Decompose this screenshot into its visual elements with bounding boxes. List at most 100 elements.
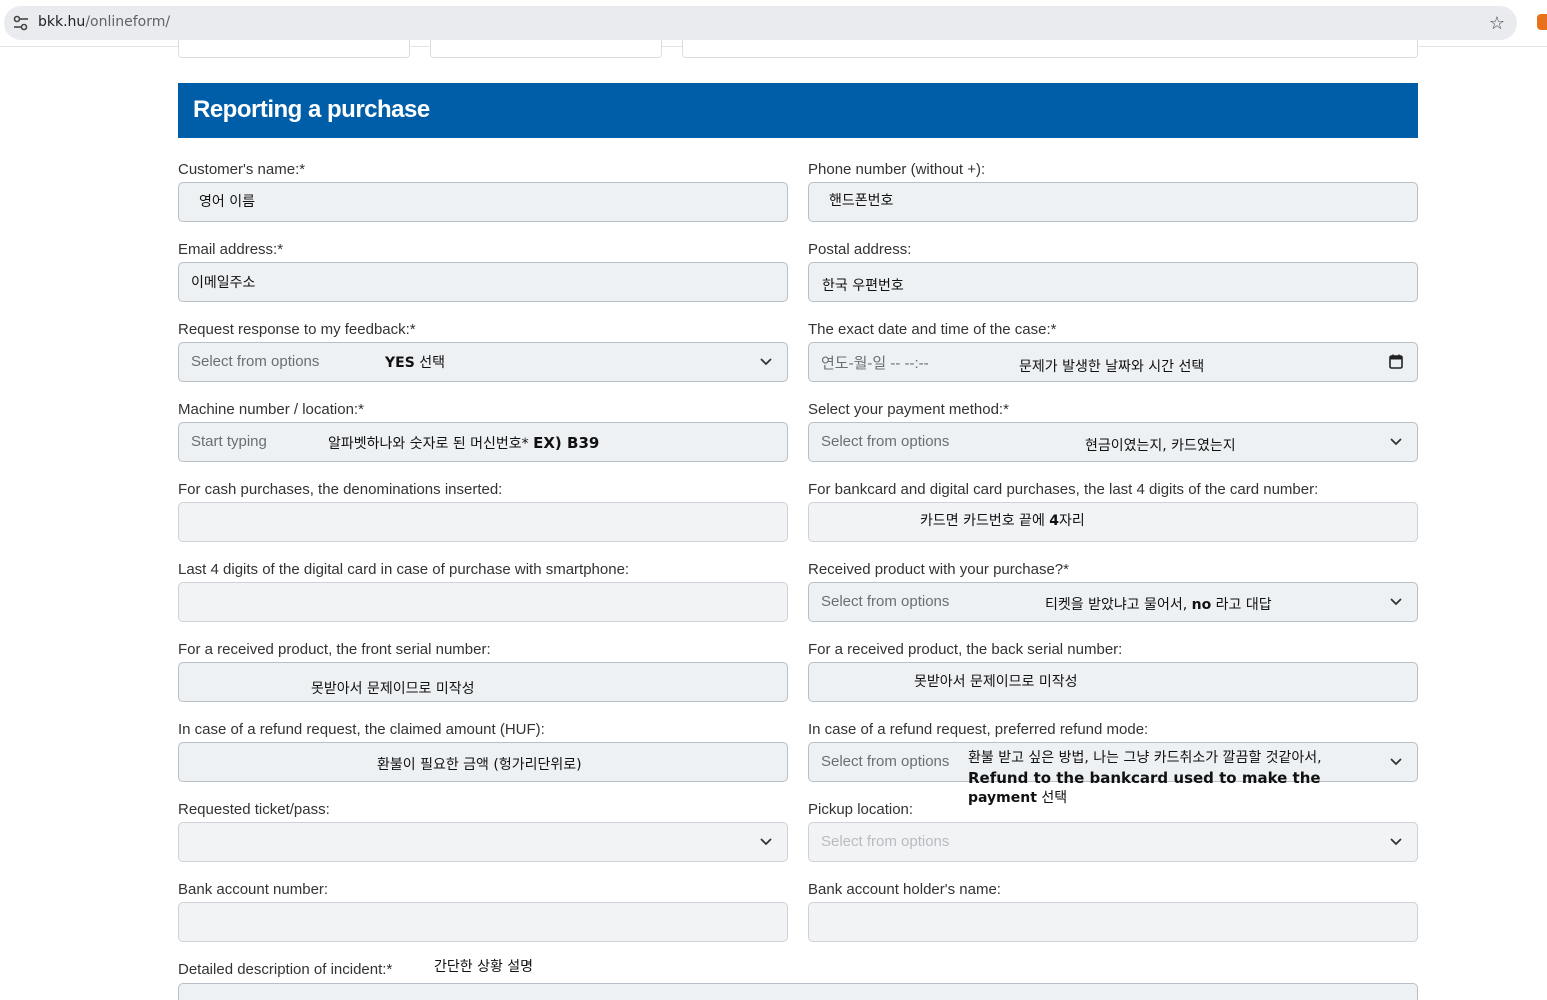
- back-serial-field: For a received product, the back serial …: [808, 640, 1418, 702]
- card-last4-field: For bankcard and digital card purchases,…: [808, 480, 1418, 542]
- select-placeholder: Select from options: [821, 593, 950, 610]
- star-icon[interactable]: ☆: [1489, 13, 1505, 33]
- ticket-pass-field: Requested ticket/pass:: [178, 800, 788, 862]
- field-label: In case of a refund request, preferred r…: [808, 721, 1149, 738]
- datetime-placeholder: 연도-월-일 -- --:--: [821, 355, 929, 372]
- email-value: 이메일주소: [191, 275, 256, 291]
- field-label: In case of a refund request, the claimed…: [178, 721, 545, 738]
- received-field: Received product with your purchase?* Se…: [808, 560, 1418, 622]
- payment-note: 현금이였는지, 카드였는지: [1085, 438, 1236, 454]
- datetime-note: 문제가 발생한 날짜와 시간 선택: [1019, 359, 1205, 375]
- field-label: Bank account holder's name:: [808, 881, 1001, 898]
- claimed-amount-field: In case of a refund request, the claimed…: [178, 720, 788, 782]
- select-placeholder: Select from options: [821, 833, 950, 850]
- front-serial-note: 못받아서 문제이므로 미작성: [311, 681, 475, 697]
- datetime-input[interactable]: 연도-월-일 -- --:-- 문제가 발생한 날짜와 시간 선택: [808, 342, 1418, 382]
- field-label: Email address:*: [178, 241, 284, 258]
- digital-last4-field: Last 4 digits of the digital card in cas…: [178, 560, 788, 622]
- customer-name-field: Customer's name:* 영어 이름: [178, 160, 788, 222]
- datetime-field: The exact date and time of the case:* 연도…: [808, 320, 1418, 382]
- cut-field-3[interactable]: [682, 40, 1418, 58]
- machine-field: Machine number / location:* Start typing…: [178, 400, 788, 462]
- field-label: Requested ticket/pass:: [178, 801, 330, 818]
- phone-value: 핸드폰번호: [829, 193, 894, 209]
- address-bar[interactable]: bkk.hu/onlineform/ ☆: [4, 6, 1517, 40]
- pickup-select[interactable]: Select from options: [808, 822, 1418, 862]
- machine-input[interactable]: Start typing 알파벳하나와 숫자로 된 머신번호* EX) B39: [178, 422, 788, 462]
- field-label: For a received product, the back serial …: [808, 641, 1123, 658]
- front-serial-field: For a received product, the front serial…: [178, 640, 788, 702]
- field-label: The exact date and time of the case:*: [808, 321, 1057, 338]
- email-input[interactable]: 이메일주소: [178, 262, 788, 302]
- extension-icon[interactable]: [1537, 14, 1547, 30]
- claimed-amount-input[interactable]: 환불이 필요한 금액 (헝가리단위로): [178, 742, 788, 782]
- chevron-down-icon: [760, 358, 772, 366]
- cash-denoms-field: For cash purchases, the denominations in…: [178, 480, 788, 542]
- section-banner: Reporting a purchase: [178, 83, 1418, 138]
- field-label: For bankcard and digital card purchases,…: [808, 481, 1319, 498]
- postal-value: 한국 우편번호: [822, 278, 904, 294]
- response-field: Request response to my feedback:* Select…: [178, 320, 788, 382]
- response-select[interactable]: Select from options YES 선택: [178, 342, 788, 382]
- back-serial-input[interactable]: 못받아서 문제이므로 미작성: [808, 662, 1418, 702]
- field-label: Pickup location:: [808, 801, 914, 818]
- field-label: Detailed description of incident:* 간단한 상황…: [178, 959, 534, 978]
- description-textarea[interactable]: [178, 983, 1418, 1000]
- phone-field: Phone number (without +): 핸드폰번호: [808, 160, 1418, 222]
- cut-field-1[interactable]: [178, 40, 410, 58]
- customer-name-input[interactable]: 영어 이름: [178, 182, 788, 222]
- bank-account-field: Bank account number:: [178, 880, 788, 942]
- holder-name-input[interactable]: [808, 902, 1418, 942]
- tune-icon[interactable]: [12, 15, 30, 31]
- refund-note-line-2: Refund to the bankcard used to make the: [968, 769, 1321, 787]
- machine-placeholder: Start typing: [191, 433, 267, 450]
- description-note: 간단한 상황 설명: [434, 959, 534, 975]
- chevron-down-icon: [1390, 598, 1402, 606]
- payment-field: Select your payment method:* Select from…: [808, 400, 1418, 462]
- select-placeholder: Select from options: [191, 353, 320, 370]
- field-label: Last 4 digits of the digital card in cas…: [178, 561, 630, 578]
- digital-last4-input[interactable]: [178, 582, 788, 622]
- cash-denoms-input[interactable]: [178, 502, 788, 542]
- refund-note-line-1: 환불 받고 싶은 방법, 나는 그냥 카드취소가 깔끔할 것같아서,: [968, 750, 1322, 766]
- field-label: Bank account number:: [178, 881, 329, 898]
- received-note: 티켓을 받았냐고 물어서, no 라고 대답: [1045, 597, 1272, 613]
- field-label: Machine number / location:*: [178, 401, 364, 418]
- customer-name-value: 영어 이름: [199, 194, 255, 210]
- response-note: YES 선택: [385, 355, 446, 371]
- bank-account-input[interactable]: [178, 902, 788, 942]
- description-field: Detailed description of incident:* 간단한 상황…: [178, 959, 1418, 980]
- chevron-down-icon: [760, 838, 772, 846]
- select-placeholder: Select from options: [821, 433, 950, 450]
- email-field: Email address:* 이메일주소: [178, 240, 788, 302]
- front-serial-input[interactable]: 못받아서 문제이므로 미작성: [178, 662, 788, 702]
- select-placeholder: Select from options: [821, 753, 950, 770]
- machine-note: 알파벳하나와 숫자로 된 머신번호* EX) B39: [328, 434, 600, 452]
- chevron-down-icon: [1390, 438, 1402, 446]
- field-label: For a received product, the front serial…: [178, 641, 491, 658]
- postal-field: Postal address: 한국 우편번호: [808, 240, 1418, 302]
- chevron-down-icon: [1390, 838, 1402, 846]
- phone-input[interactable]: 핸드폰번호: [808, 182, 1418, 222]
- field-label: Request response to my feedback:*: [178, 321, 416, 338]
- url-text: bkk.hu/onlineform/: [38, 14, 171, 30]
- back-serial-note: 못받아서 문제이므로 미작성: [914, 674, 1078, 690]
- section-title: Reporting a purchase: [193, 96, 430, 123]
- holder-name-field: Bank account holder's name:: [808, 880, 1418, 942]
- field-label: For cash purchases, the denominations in…: [178, 481, 503, 498]
- card-last4-note: 카드면 카드번호 끝에 4자리: [920, 513, 1085, 529]
- ticket-pass-select[interactable]: [178, 822, 788, 862]
- field-label: Received product with your purchase?*: [808, 561, 1069, 578]
- refund-mode-note: 환불 받고 싶은 방법, 나는 그냥 카드취소가 깔끔할 것같아서, Refun…: [968, 748, 1322, 808]
- field-label: Postal address:: [808, 241, 912, 258]
- cut-field-2[interactable]: [430, 40, 662, 58]
- calendar-icon[interactable]: [1389, 354, 1403, 369]
- field-label: Select your payment method:*: [808, 401, 1009, 418]
- pickup-field: Pickup location: Select from options: [808, 800, 1418, 862]
- payment-select[interactable]: Select from options 현금이였는지, 카드였는지: [808, 422, 1418, 462]
- card-last4-input[interactable]: 카드면 카드번호 끝에 4자리: [808, 502, 1418, 542]
- chevron-down-icon: [1390, 758, 1402, 766]
- postal-input[interactable]: 한국 우편번호: [808, 262, 1418, 302]
- field-label: Phone number (without +):: [808, 161, 986, 178]
- received-select[interactable]: Select from options 티켓을 받았냐고 물어서, no 라고 …: [808, 582, 1418, 622]
